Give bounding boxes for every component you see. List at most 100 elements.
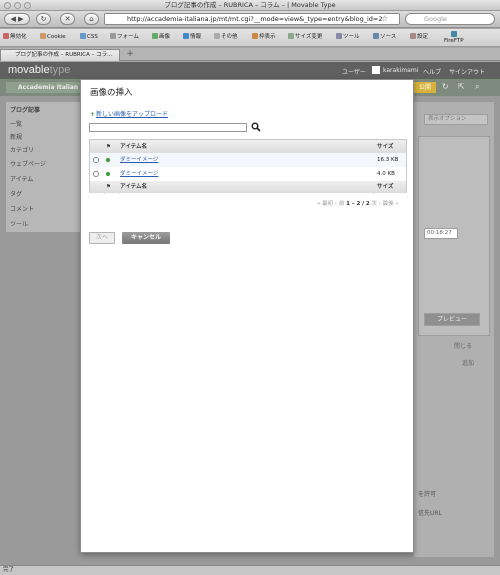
bookmarks-toolbar: 無効化 Cookie CSS フォーム 画像 情報 その他 枠表示 サイズ変更 …: [0, 29, 500, 47]
window-title-bar: ブログ記事の作成 – RUBRICA – コラム – | Movable Typ…: [0, 0, 500, 11]
mt-header: movabletype ユーザー karakimami ヘルプ サインアウト: [0, 62, 500, 79]
address-bar[interactable]: http://accademia-italiana.jp/mt/mt.cgi?_…: [104, 13, 400, 25]
asset-search-input[interactable]: [89, 123, 247, 132]
select-radio[interactable]: [93, 156, 99, 163]
sidebar-heading[interactable]: ブログ記事: [10, 105, 40, 114]
add-link[interactable]: 追加: [462, 358, 474, 367]
outline-icon: [252, 33, 258, 39]
close-link[interactable]: 閉じる: [454, 341, 472, 350]
flag-column-header: ⚑: [106, 144, 111, 150]
size-column-header[interactable]: サイズ: [377, 140, 393, 154]
status-text: 完了: [3, 567, 15, 573]
bookmark-item[interactable]: 無効化: [3, 33, 27, 41]
pager-range: 1 – 2: [346, 201, 361, 207]
image-icon: [152, 33, 158, 39]
search-input[interactable]: Google: [405, 13, 495, 25]
bookmark-item[interactable]: 設定: [410, 33, 428, 41]
bookmark-item[interactable]: 情報: [183, 33, 201, 41]
pager-prev: ‹ 前: [334, 201, 345, 207]
css-icon: [80, 33, 86, 39]
resize-icon: [288, 33, 294, 39]
name-column-header[interactable]: アイテム名: [120, 140, 147, 154]
back-forward-buttons[interactable]: ◀ ▶: [4, 13, 30, 25]
bookmark-item[interactable]: 枠表示: [252, 33, 276, 41]
pagination: « 最初 ‹ 前 1 – 2 / 2 次 › 最後 »: [317, 199, 399, 207]
signout-link[interactable]: サインアウト: [449, 67, 485, 76]
bookmark-star-icon[interactable]: ☆: [381, 14, 388, 23]
sidebar-item-asset[interactable]: アイテム: [10, 174, 33, 183]
search-icon[interactable]: [251, 122, 261, 132]
home-button[interactable]: ⌂: [84, 13, 99, 25]
stop-icon: ✕: [64, 15, 71, 23]
cookie-icon: [40, 33, 46, 39]
preview-button[interactable]: プレビュー: [424, 313, 480, 326]
cancel-button[interactable]: キャンセル: [122, 232, 170, 244]
table-footer-header: ⚑ アイテム名 サイズ: [90, 181, 406, 193]
external-link-icon[interactable]: ⇱: [458, 82, 465, 91]
form-icon: [110, 33, 116, 39]
select-radio[interactable]: [93, 170, 99, 177]
bookmark-item[interactable]: フォーム: [110, 33, 139, 41]
sidebar-item-list[interactable]: 一覧: [10, 119, 22, 128]
forward-icon[interactable]: ▶: [18, 15, 23, 23]
username-link[interactable]: karakimami: [383, 67, 418, 74]
user-label: ユーザー: [342, 69, 366, 76]
movable-type-logo: movabletype: [8, 64, 71, 76]
bookmark-item[interactable]: Cookie: [40, 33, 66, 41]
bookmark-item[interactable]: サイズ変更: [288, 33, 322, 41]
tools-icon: [336, 33, 342, 39]
time-field[interactable]: 00:18:27: [424, 228, 458, 239]
search-icon[interactable]: ⌕: [475, 82, 479, 92]
reload-icon: ↻: [40, 15, 47, 23]
flag-column-footer: ⚑: [106, 184, 111, 190]
zoom-window-icon[interactable]: [24, 2, 31, 9]
publish-button[interactable]: 公開: [414, 82, 436, 93]
right-panel: 表示オプション 00:18:27 プレビュー 閉じる 追加 を許可 信先URL: [414, 102, 494, 557]
pager-last: 最後 »: [382, 201, 399, 207]
fireftp-bookmark[interactable]: FireFTP: [444, 31, 464, 45]
fireftp-icon: [450, 31, 457, 37]
blog-name[interactable]: Accademia Italian: [6, 82, 84, 93]
bookmark-item[interactable]: CSS: [80, 33, 98, 41]
refresh-icon[interactable]: ↻: [442, 82, 449, 91]
sidebar-item-tag[interactable]: タグ: [10, 189, 22, 198]
display-options-button[interactable]: 表示オプション: [424, 114, 488, 125]
url-text: http://accademia-italiana.jp/mt/mt.cgi?_…: [127, 15, 383, 23]
sidebar-item-webpage[interactable]: ウェブページ: [10, 159, 46, 168]
bookmark-item[interactable]: 画像: [152, 33, 170, 41]
sidebar-item-tools[interactable]: ツール: [10, 219, 28, 228]
next-button[interactable]: 次へ: [89, 232, 115, 244]
source-icon: [373, 33, 379, 39]
table-row[interactable]: ダミーイメージ 16.3 KB: [90, 153, 406, 167]
bookmark-item[interactable]: その他: [214, 33, 238, 41]
help-link[interactable]: ヘルプ: [423, 67, 441, 76]
minimize-window-icon[interactable]: [14, 2, 21, 9]
bookmark-item[interactable]: ツール: [336, 33, 360, 41]
tab-strip: ブログ記事の作成 – RUBRICA – コラ... +: [0, 48, 500, 61]
size-column-footer[interactable]: サイズ: [377, 181, 393, 193]
upload-new-image-link[interactable]: +新しい画像をアップロード: [90, 109, 168, 118]
tab-active[interactable]: ブログ記事の作成 – RUBRICA – コラ...: [0, 49, 120, 61]
close-window-icon[interactable]: [4, 2, 11, 9]
tab-title: ブログ記事の作成 – RUBRICA – コラ...: [15, 52, 113, 58]
disable-icon: [3, 33, 9, 39]
back-icon[interactable]: ◀: [10, 15, 15, 23]
name-column-footer[interactable]: アイテム名: [120, 181, 147, 193]
pager-next: 次 ›: [371, 201, 381, 207]
table-row[interactable]: ダミーイメージ 4.0 KB: [90, 167, 406, 181]
status-bar: 完了: [0, 565, 500, 575]
table-header: ⚑ アイテム名 サイズ: [90, 140, 406, 154]
settings-icon: [410, 33, 416, 39]
item-size: 4.0 KB: [377, 171, 395, 177]
reload-button[interactable]: ↻: [36, 13, 51, 25]
bookmark-item[interactable]: ソース: [373, 33, 396, 41]
sidebar-item-new[interactable]: 新規: [10, 132, 22, 141]
item-name-link[interactable]: ダミーイメージ: [120, 167, 158, 181]
search-placeholder: Google: [424, 15, 447, 23]
new-tab-button[interactable]: +: [123, 49, 137, 60]
sidebar-item-category[interactable]: カテゴリ: [10, 145, 34, 154]
sidebar-item-comment[interactable]: コメント: [10, 204, 34, 213]
item-name-link[interactable]: ダミーイメージ: [120, 153, 158, 167]
stop-button[interactable]: ✕: [60, 13, 75, 25]
plus-icon: +: [90, 111, 96, 118]
